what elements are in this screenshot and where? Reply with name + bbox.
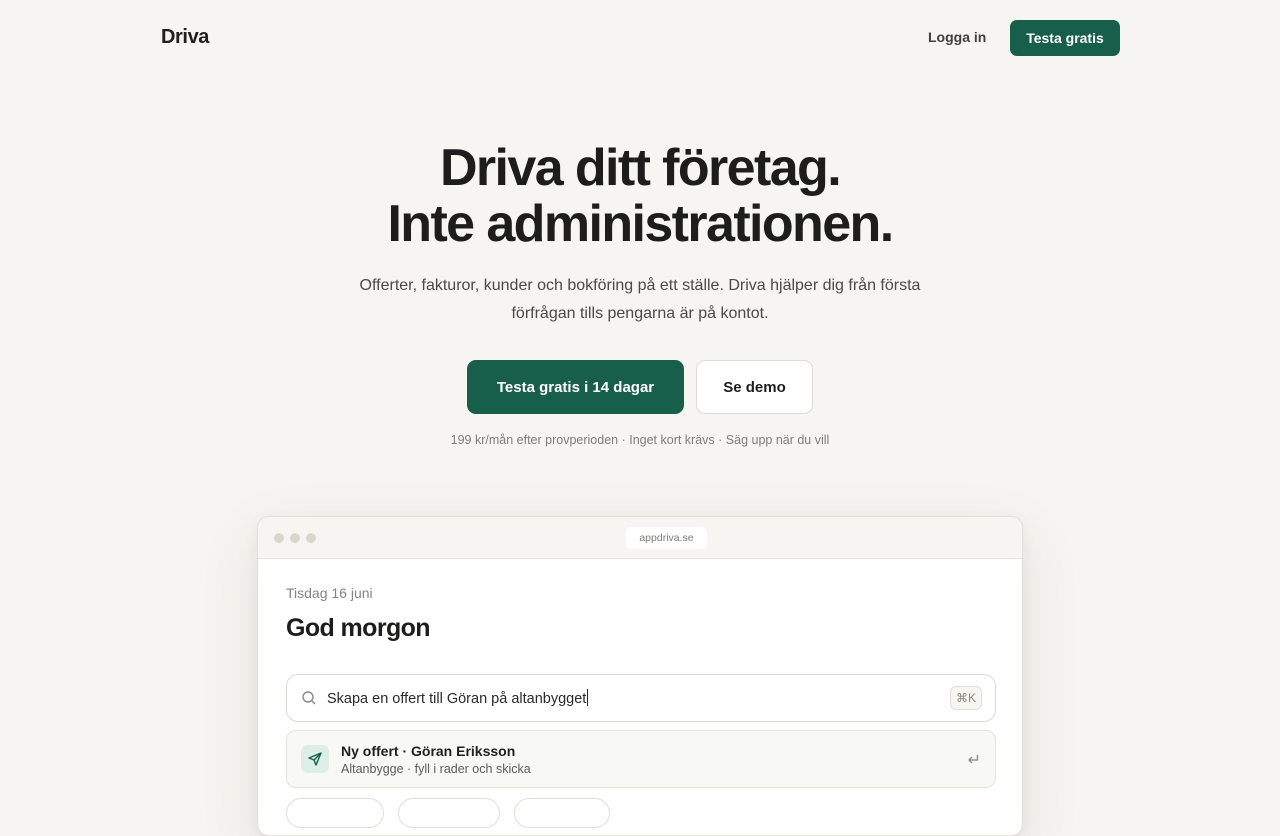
search-icon [302,691,316,705]
command-value: Skapa en offert till Göran på altanbygge… [327,691,587,707]
logo[interactable]: Driva [161,26,209,49]
quick-action-chip[interactable] [514,798,610,828]
hero-subtitle: Offerter, fakturor, kunder och bokföring… [359,277,921,322]
url-bar: appdriva.se [626,527,707,549]
app-preview-window: appdriva.se Tisdag 16 juni God morgon Sk… [257,516,1023,836]
window-dot-icon [274,533,284,543]
hero-title-line-1: Driva ditt företag. [439,139,842,197]
suggestion-subtitle: Altanbygge · fyll i rader och skicka [341,762,531,776]
top-nav: Driva Logga in Testa gratis [0,0,1280,76]
send-icon [301,745,329,773]
command-input[interactable]: Skapa en offert till Göran på altanbygge… [286,674,996,722]
shortcut-badge: ⌘K [950,686,982,710]
hero-title: Driva ditt företag. Inte administratione… [0,140,1280,252]
see-demo-button[interactable]: Se demo [696,360,813,414]
date-label: Tisdag 16 juni [286,585,373,601]
window-dot-icon [306,533,316,543]
text-caret [587,689,589,706]
suggestion-title: Ny offert · Göran Eriksson [341,743,516,759]
quick-action-chip[interactable] [398,798,500,828]
enter-key-icon: ↵ [967,752,981,769]
command-input-text[interactable]: Skapa en offert till Göran på altanbygge… [327,689,589,707]
hero-title-line-2: Inte administrationen. [387,195,894,253]
window-dot-icon [290,533,300,543]
pricing-fineprint: 199 kr/mån efter provperioden · Inget ko… [450,433,830,447]
login-link[interactable]: Logga in [928,29,986,45]
try-free-button[interactable]: Testa gratis [1010,20,1120,56]
browser-chrome: appdriva.se [258,517,1022,559]
start-trial-button[interactable]: Testa gratis i 14 dagar [467,360,684,414]
greeting-heading: God morgon [286,614,431,642]
suggestion-item[interactable]: Ny offert · Göran Eriksson Altanbygge · … [286,730,996,788]
quick-action-chip[interactable] [286,798,384,828]
